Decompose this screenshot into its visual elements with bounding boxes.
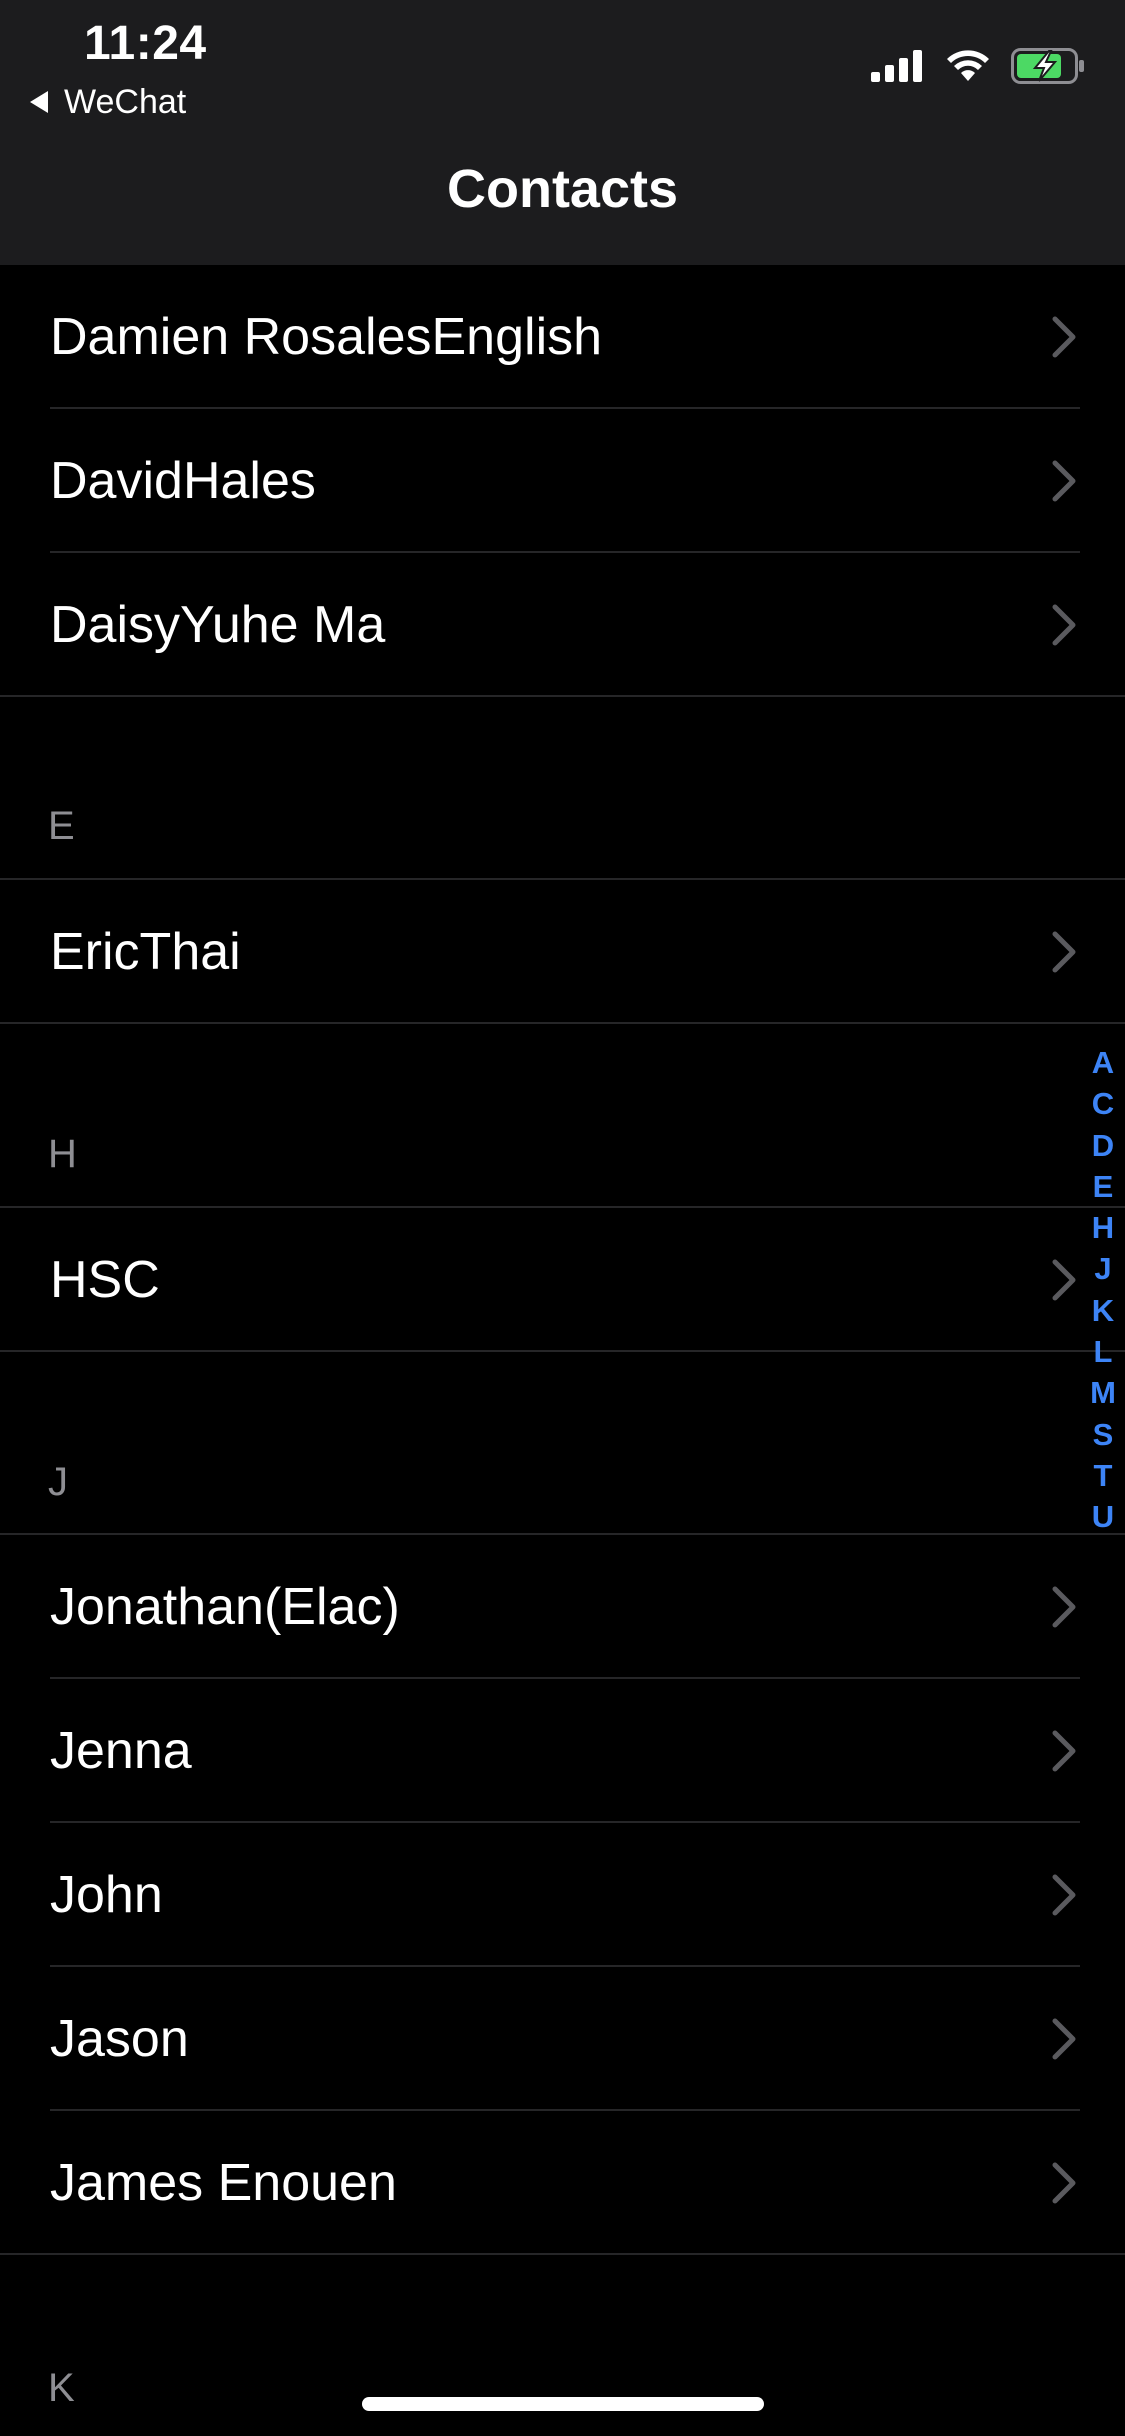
wifi-icon xyxy=(947,50,989,81)
contact-row[interactable]: Jason xyxy=(0,1967,1125,2111)
contact-row[interactable]: James Enouen xyxy=(0,2111,1125,2255)
row-divider xyxy=(0,2253,1125,2255)
index-letter[interactable]: D xyxy=(1092,1125,1114,1166)
chevron-right-icon xyxy=(1052,316,1076,358)
chevron-right-icon xyxy=(1052,604,1076,646)
row-divider xyxy=(0,1350,1125,1352)
alphabet-index[interactable]: A C D E H J K L M S T U xyxy=(1086,1042,1120,1538)
contact-row[interactable]: EricThai xyxy=(0,880,1125,1024)
contact-row[interactable]: DaisyYuhe Ma xyxy=(0,553,1125,697)
contact-name: HSC xyxy=(50,1251,160,1309)
cellular-signal-icon xyxy=(871,50,922,82)
home-indicator[interactable] xyxy=(362,2397,764,2411)
contact-name: Damien RosalesEnglish xyxy=(50,308,603,366)
index-letter[interactable]: C xyxy=(1092,1083,1114,1124)
index-letter[interactable]: H xyxy=(1092,1207,1114,1248)
back-to-app-button[interactable]: WeChat xyxy=(30,82,186,122)
page-title: Contacts xyxy=(446,159,679,219)
back-app-label: WeChat xyxy=(64,82,187,121)
contact-row[interactable]: Jonathan(Elac) xyxy=(0,1535,1125,1679)
index-letter[interactable]: S xyxy=(1093,1414,1114,1455)
section-header-e: E xyxy=(48,804,75,848)
chevron-right-icon xyxy=(1052,460,1076,502)
contact-name: DaisyYuhe Ma xyxy=(50,596,386,654)
navigation-bar: 11:24 WeChat Contacts xyxy=(0,0,1125,266)
row-divider xyxy=(0,695,1125,697)
contact-name: Jonathan(Elac) xyxy=(50,1578,400,1636)
contact-name: John xyxy=(50,1866,163,1924)
chevron-right-icon xyxy=(1052,1586,1076,1628)
contact-name: DavidHales xyxy=(50,452,316,510)
chevron-right-icon xyxy=(1052,1259,1076,1301)
row-divider xyxy=(0,1022,1125,1024)
contact-row[interactable]: Jenna xyxy=(0,1679,1125,1823)
section-header-h: H xyxy=(48,1132,77,1176)
chevron-right-icon xyxy=(1052,2018,1076,2060)
contact-row[interactable]: Damien RosalesEnglish xyxy=(0,265,1125,409)
contact-row[interactable]: HSC xyxy=(0,1208,1125,1352)
chevron-right-icon xyxy=(1052,931,1076,973)
index-letter[interactable]: A xyxy=(1092,1042,1114,1083)
status-icons xyxy=(871,48,1085,84)
contact-row[interactable]: John xyxy=(0,1823,1125,1967)
index-letter[interactable]: L xyxy=(1094,1331,1113,1372)
chevron-right-icon xyxy=(1052,1730,1076,1772)
index-letter[interactable]: J xyxy=(1094,1248,1111,1289)
section-header-k: K xyxy=(48,2366,75,2410)
section-header-j: J xyxy=(48,1460,68,1504)
contact-name: EricThai xyxy=(50,923,241,981)
index-letter[interactable]: U xyxy=(1092,1496,1114,1537)
index-letter[interactable]: M xyxy=(1090,1372,1116,1413)
index-letter[interactable]: T xyxy=(1094,1455,1113,1496)
back-arrow-icon xyxy=(30,91,48,113)
chevron-right-icon xyxy=(1052,1874,1076,1916)
contact-row[interactable]: DavidHales xyxy=(0,409,1125,553)
chevron-right-icon xyxy=(1052,2162,1076,2204)
index-letter[interactable]: K xyxy=(1092,1290,1114,1331)
contact-name: James Enouen xyxy=(50,2154,397,2212)
battery-charging-icon xyxy=(1011,48,1084,84)
contact-name: Jenna xyxy=(50,1722,192,1780)
index-letter[interactable]: E xyxy=(1093,1166,1114,1207)
status-time: 11:24 xyxy=(84,17,207,70)
contact-name: Jason xyxy=(50,2010,189,2068)
